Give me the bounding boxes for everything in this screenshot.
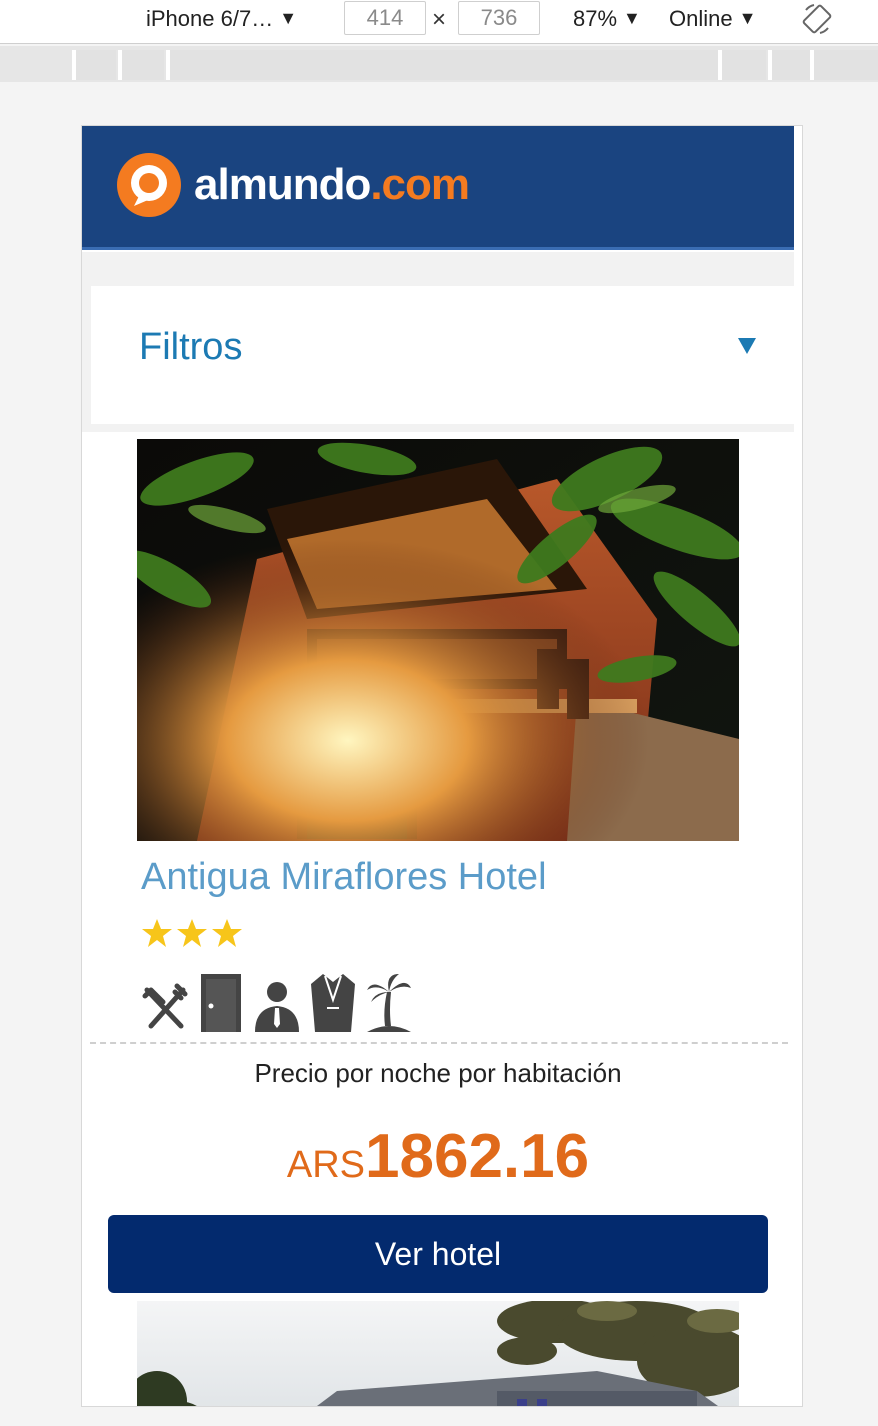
chevron-down-icon: ▼ xyxy=(623,8,641,28)
concierge-icon xyxy=(255,982,299,1032)
room-door-icon xyxy=(201,974,241,1032)
logo-name: almundo xyxy=(194,160,371,209)
filters-toggle[interactable]: Filtros xyxy=(91,286,794,424)
price-caption: Precio por noche por habitación xyxy=(254,1058,622,1088)
dimension-separator: × xyxy=(432,6,447,33)
chevron-down-icon: ▼ xyxy=(279,8,298,28)
triangle-down-icon xyxy=(738,338,756,354)
rotate-icon[interactable] xyxy=(800,2,834,36)
device-select[interactable]: iPhone 6/7… ▼ xyxy=(146,4,297,34)
star-icon xyxy=(142,919,172,947)
media-query-segment[interactable] xyxy=(810,50,878,80)
amenities-list xyxy=(141,966,413,1034)
star-icon xyxy=(212,919,242,947)
site-header: almundo.com xyxy=(82,126,794,250)
filters-title: Filtros xyxy=(139,326,243,368)
view-hotel-button[interactable]: Ver hotel xyxy=(108,1215,768,1293)
hotel-star-rating xyxy=(141,917,243,949)
media-query-segment[interactable] xyxy=(72,50,116,80)
site-logo[interactable]: almundo.com xyxy=(116,152,470,218)
device-select-label: iPhone 6/7… xyxy=(146,6,274,31)
media-query-segment[interactable] xyxy=(718,50,766,80)
zoom-select-label: 87% xyxy=(573,6,618,31)
beach-palm-icon xyxy=(367,974,411,1032)
price-currency: ARS xyxy=(286,1144,365,1186)
device-viewport: almundo.com Filtros Antigua Miraflores H… xyxy=(81,125,803,1407)
bathrobe-icon xyxy=(311,974,355,1032)
hotel-photo[interactable] xyxy=(137,439,739,841)
chevron-down-icon: ▼ xyxy=(738,8,757,28)
price: ARS1862.16 xyxy=(82,1121,794,1192)
logo-tld: .com xyxy=(370,160,470,209)
star-icon xyxy=(177,919,207,947)
devtools-toolbar: iPhone 6/7… ▼ 414 × 736 87% ▼ Online ▼ xyxy=(0,0,878,44)
restaurant-icon xyxy=(142,983,188,1029)
hotel-name-link[interactable]: Antigua Miraflores Hotel xyxy=(141,856,547,899)
price-divider xyxy=(90,1042,788,1044)
media-query-segment[interactable] xyxy=(118,50,164,80)
next-hotel-photo[interactable] xyxy=(137,1301,739,1407)
media-query-segment[interactable] xyxy=(768,50,810,80)
price-amount: 1862.16 xyxy=(365,1122,590,1191)
media-query-bar xyxy=(0,46,878,82)
network-select[interactable]: Online ▼ xyxy=(669,4,756,34)
viewport-height-input[interactable]: 736 xyxy=(458,1,540,35)
media-query-segment[interactable] xyxy=(166,50,718,80)
viewport-width-input[interactable]: 414 xyxy=(344,1,426,35)
network-select-label: Online xyxy=(669,6,733,31)
zoom-select[interactable]: 87% ▼ xyxy=(573,4,641,34)
logo-pin-icon xyxy=(117,153,181,217)
logo-wordmark: almundo.com xyxy=(194,160,470,210)
